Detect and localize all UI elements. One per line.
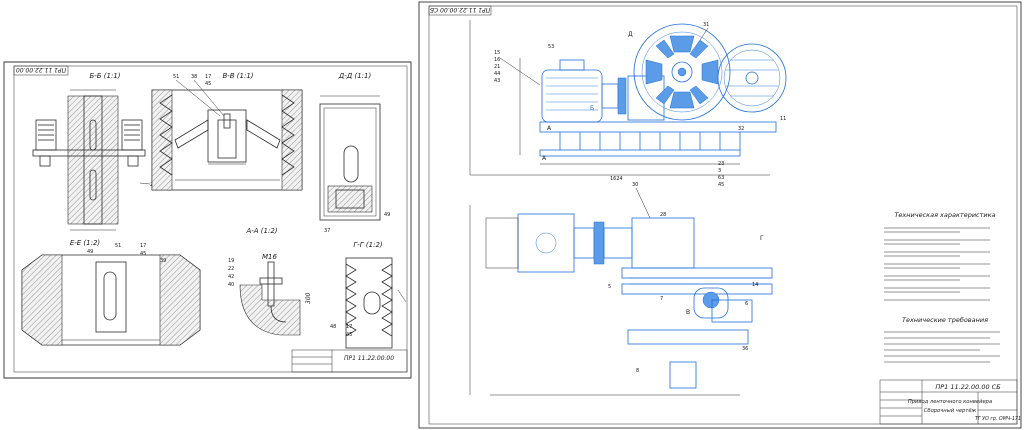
pos-21: 21 bbox=[494, 64, 500, 70]
label-V: В bbox=[686, 309, 690, 316]
pos-31: 31 bbox=[703, 22, 709, 28]
tech-char-title: Техническая характеристика bbox=[894, 211, 995, 219]
pos-39: 39 bbox=[160, 258, 166, 264]
pos-45-front: 45 bbox=[718, 182, 724, 188]
pos-5: 5 bbox=[608, 284, 611, 290]
pos-17-ee: 17 bbox=[140, 243, 146, 249]
pos-7: 7 bbox=[660, 296, 663, 302]
view-label-ee: Е-Е (1:2) bbox=[70, 239, 101, 247]
group-code: ТГ УО гр. ОМЧ-171 bbox=[975, 416, 1021, 422]
pos-17: 17 bbox=[205, 74, 211, 80]
left-title-code: ПР1 11.22.00.00 bbox=[344, 355, 394, 362]
drawing-name-line2: Сборочный чертёж bbox=[924, 408, 977, 414]
label-G: Г bbox=[760, 235, 764, 242]
pos-37: 37 bbox=[324, 228, 330, 234]
pos-8: 8 bbox=[636, 368, 639, 374]
right-sheet: ПР1 11.22.00.00 СБ 1624 53 15 16 21 44 4… bbox=[418, 1, 1022, 429]
assembly-drawing: ПР1 11.22.00.00 Б-Б (1:1) В-В (1:1) Д-Д … bbox=[3, 1, 1022, 429]
pos-22: 22 bbox=[228, 266, 234, 272]
pos-49: 49 bbox=[384, 212, 390, 218]
pos-23: 23 bbox=[718, 161, 724, 167]
view-label-aa: А-А (1:2) bbox=[245, 227, 277, 235]
pos-45: 45 bbox=[205, 81, 211, 87]
pos-44: 44 bbox=[494, 71, 500, 77]
right-title-code: ПР1 11.22.00.00 СБ bbox=[935, 383, 1001, 391]
view-label-gg: Г-Г (1:2) bbox=[353, 241, 383, 249]
pos-3: 3 bbox=[718, 168, 721, 174]
pos-51: 51 bbox=[173, 74, 179, 80]
pos-19: 19 bbox=[228, 258, 234, 264]
pos-16: 16 bbox=[494, 57, 500, 63]
pos-15: 15 bbox=[494, 50, 500, 56]
pos-42: 42 bbox=[228, 274, 234, 280]
label-B: Б bbox=[590, 105, 594, 112]
pos-45-gg: 45 bbox=[346, 332, 352, 338]
view-label-bb: Б-Б (1:1) bbox=[89, 72, 120, 80]
pos-49-ee: 49 bbox=[87, 249, 93, 255]
pos-36: 36 bbox=[742, 346, 748, 352]
pos-43: 43 bbox=[494, 78, 500, 84]
pos-6: 6 bbox=[745, 301, 748, 307]
thread-label: М16 bbox=[262, 253, 277, 261]
pos-45-ee: 45 bbox=[140, 251, 146, 257]
pos-14: 14 bbox=[752, 282, 758, 288]
tech-req-title: Технические требования bbox=[902, 316, 988, 324]
pos-17-gg: 17 bbox=[346, 324, 352, 330]
right-top-stamp: ПР1 11.22.00.00 СБ bbox=[430, 6, 490, 13]
pos-40: 40 bbox=[228, 282, 234, 288]
pos-53: 53 bbox=[548, 44, 554, 50]
left-sheet: ПР1 11.22.00.00 Б-Б (1:1) В-В (1:1) Д-Д … bbox=[3, 61, 412, 379]
pos-32: 32 bbox=[738, 126, 744, 132]
dim-300: 300 bbox=[305, 292, 312, 304]
pos-28: 28 bbox=[660, 212, 666, 218]
drawing-name-line1: Привод ленточного конвейера bbox=[908, 399, 992, 405]
pos-48: 48 bbox=[330, 324, 336, 330]
pos-30: 30 bbox=[632, 182, 638, 188]
pos-51-ee: 51 bbox=[115, 243, 121, 249]
pos-38: 38 bbox=[191, 74, 197, 80]
label-D: Д bbox=[628, 31, 633, 38]
view-label-dd: Д-Д (1:1) bbox=[338, 72, 372, 80]
left-top-stamp: ПР1 11.22.00.00 bbox=[16, 66, 66, 73]
view-label-vv: В-В (1:1) bbox=[222, 72, 253, 80]
dim-1624: 1624 bbox=[610, 176, 623, 182]
pos-63: 63 bbox=[718, 175, 724, 181]
drawing-canvas: ПР1 11.22.00.00 Б-Б (1:1) В-В (1:1) Д-Д … bbox=[0, 0, 1024, 430]
pos-11: 11 bbox=[780, 116, 786, 122]
